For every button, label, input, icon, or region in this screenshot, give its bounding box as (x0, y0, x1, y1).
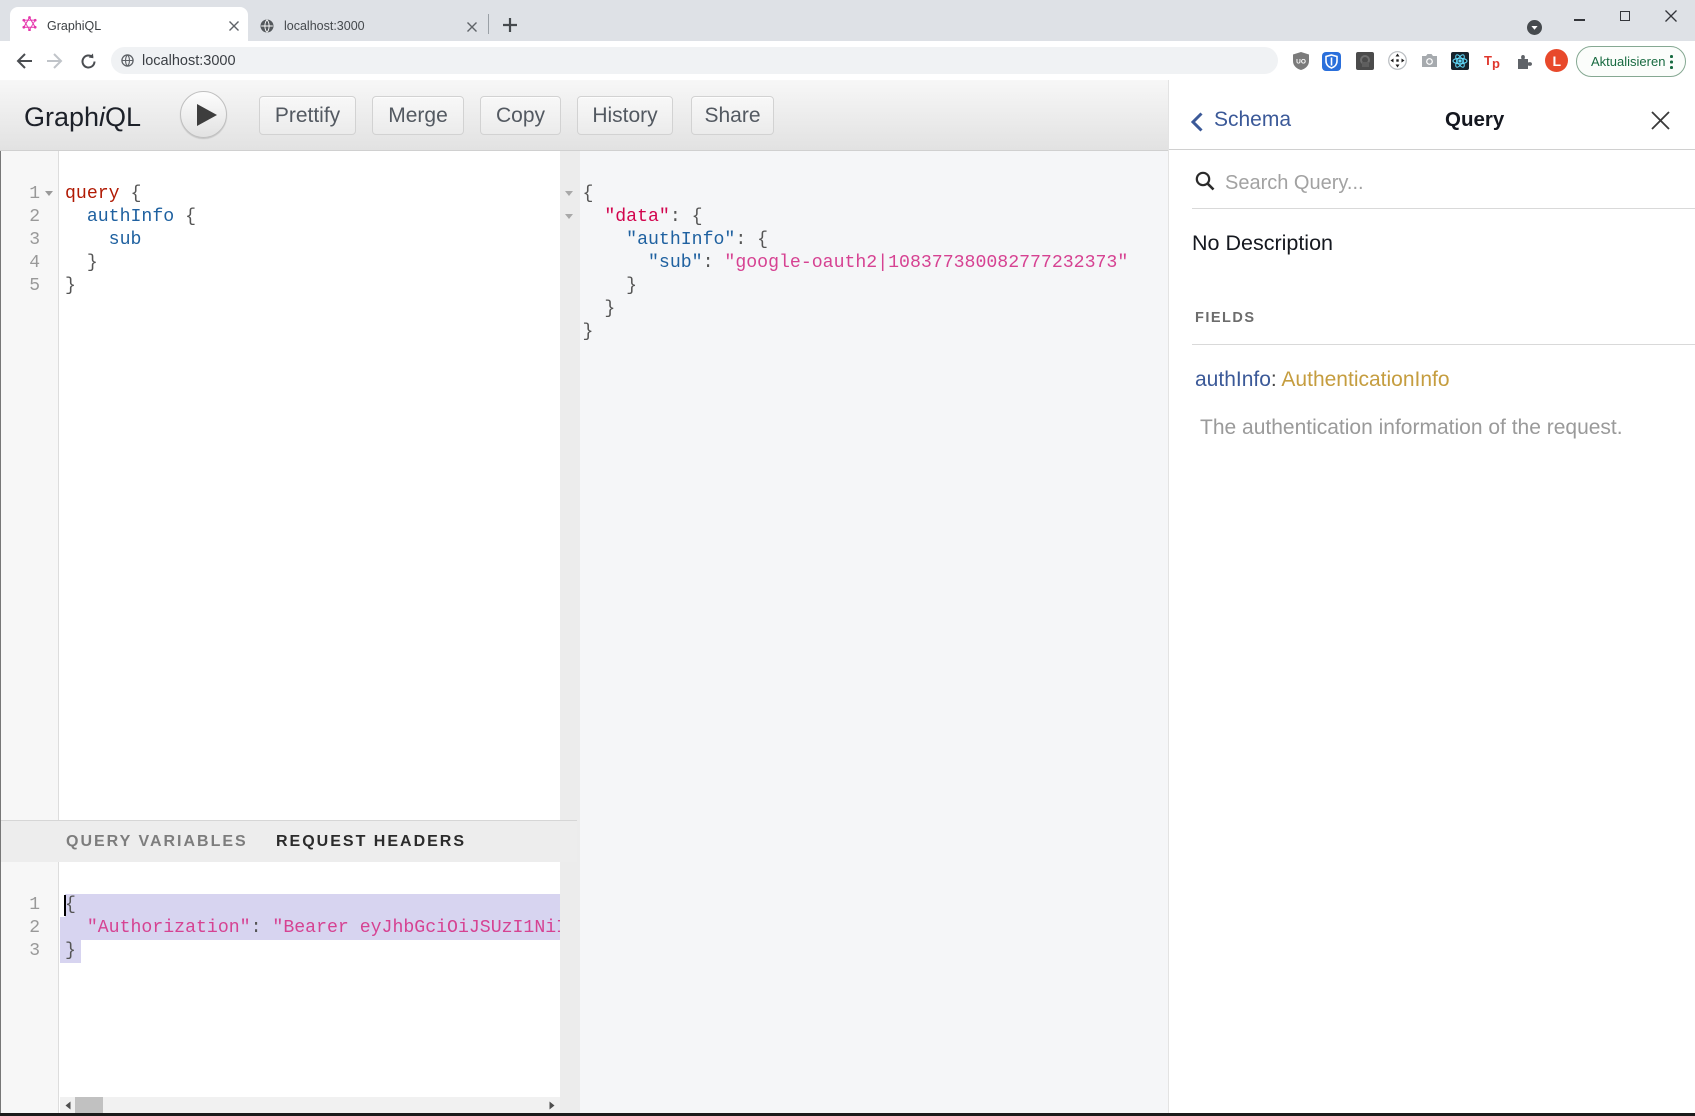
svg-text:p: p (1492, 56, 1500, 70)
svg-text:UO: UO (1296, 59, 1306, 66)
svg-text:T: T (1484, 53, 1492, 68)
